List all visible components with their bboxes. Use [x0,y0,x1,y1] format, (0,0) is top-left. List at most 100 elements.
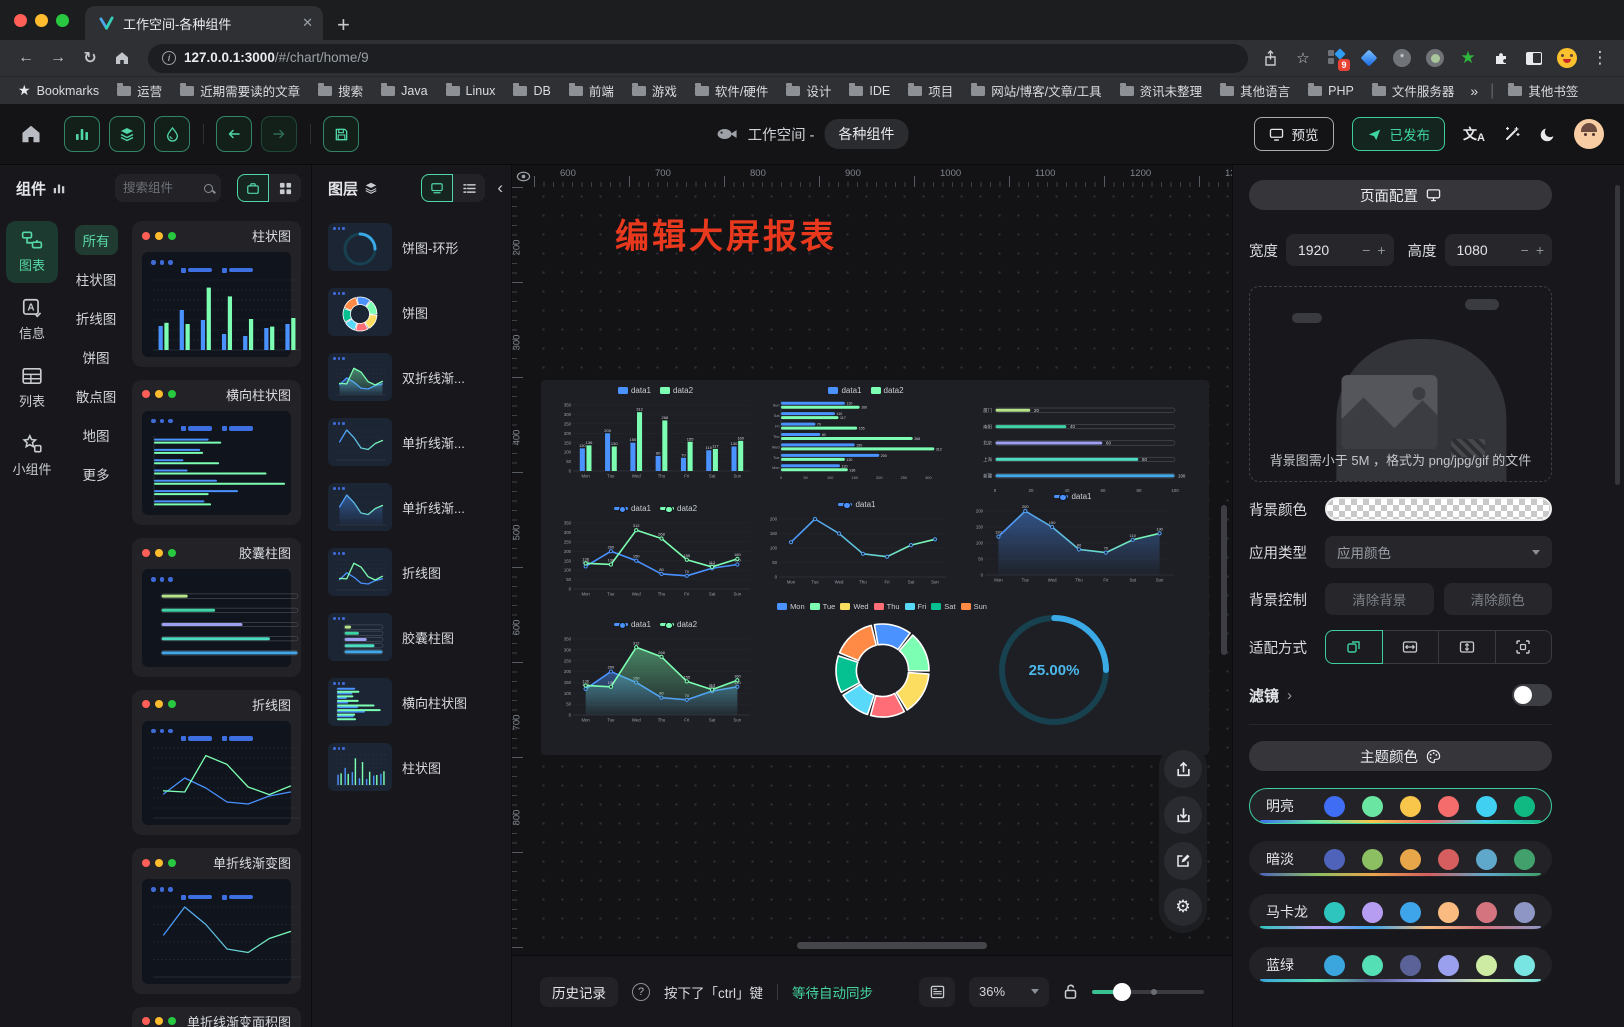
category-item[interactable]: 饼图 [75,342,118,372]
help-icon[interactable]: ? [632,983,650,1001]
chart-group-component[interactable]: data1data2501001502002503003500MonTueWed… [541,380,1209,755]
layer-item[interactable]: 胶囊柱图 [324,609,499,665]
bookmarks-overflow-icon[interactable]: » [1466,83,1482,99]
app-type-select[interactable]: 应用颜色 [1325,536,1552,568]
grid-view-toggle[interactable] [269,174,301,202]
user-avatar[interactable] [1574,119,1604,149]
bookmark-folder-item[interactable]: 游戏 [626,79,683,102]
sidebar-toggle-icon[interactable] [1524,48,1544,68]
export-icon[interactable] [1164,750,1202,788]
close-window-button[interactable] [14,14,27,27]
fit-stretch-button[interactable] [1495,630,1553,664]
clear-color-button[interactable]: 清除颜色 [1444,583,1553,615]
bookmark-folder-item[interactable]: Linux [440,82,502,100]
canvas-horizontal-scrollbar[interactable] [797,942,987,949]
settings-gear-icon[interactable]: ⚙ [1164,888,1202,926]
theme-row-暗淡[interactable]: 暗淡 [1249,841,1552,877]
theme-row-蓝绿[interactable]: 蓝绿 [1249,947,1552,983]
category-item[interactable]: 折线图 [68,303,125,333]
zoom-slider[interactable] [1092,990,1204,994]
back-icon[interactable]: ← [12,44,40,72]
chart-component-ring[interactable]: 25.00% [989,610,1119,730]
category-item[interactable]: 所有 [75,225,118,255]
layer-item[interactable]: 单折线渐... [324,479,499,535]
minimize-window-button[interactable] [35,14,48,27]
asterisk-extension-icon[interactable]: * [1392,48,1412,68]
other-bookmarks[interactable]: 其他书签 [1502,79,1584,102]
width-input[interactable]: 1920−+ [1286,234,1394,266]
chrome-menu-icon[interactable]: ⋮ [1590,48,1610,68]
clear-background-button[interactable]: 清除背景 [1325,583,1434,615]
window-controls[interactable] [0,0,85,40]
category-item[interactable]: 更多 [75,459,118,489]
home-button[interactable] [20,123,42,145]
component-card[interactable]: 胶囊柱图 [132,538,301,677]
component-card[interactable]: 折线图 [132,690,301,836]
detail-panel-button[interactable] [919,977,955,1007]
background-upload-dropzone[interactable]: 背景图需小于 5M ，格式为 png/jpg/gif 的文件 [1249,286,1552,482]
bookmark-star-icon[interactable]: ☆ [1293,48,1313,68]
fit-width-button[interactable] [1382,630,1440,664]
bg-color-picker[interactable] [1325,497,1552,521]
fit-height-button[interactable] [1438,630,1496,664]
gem-extension-icon[interactable] [1359,48,1379,68]
height-stepper[interactable]: −+ [1521,242,1544,258]
canvas-text-component[interactable]: 编辑大屏报表 [615,209,837,258]
bookmark-folder-item[interactable]: 网站/博客/文章/工具 [965,79,1107,102]
extension-badge-icon[interactable]: 9 [1326,48,1346,68]
sidebar-item-小组件[interactable]: 小组件 [6,425,58,487]
history-button[interactable]: 历史记录 [540,977,618,1007]
chart-component-bars[interactable]: data1data2501001502002503003500MonTueWed… [553,386,758,486]
bookmark-folder-item[interactable]: 前端 [563,79,620,102]
translate-icon[interactable]: 文A [1463,124,1485,144]
design-canvas[interactable]: 编辑大屏报表 data1data2501001502002503003500Mo… [534,187,1232,955]
bookmark-folder-item[interactable]: IDE [843,82,896,100]
details-toggle-button[interactable] [154,116,190,152]
component-card[interactable]: 单折线渐变图 [132,848,301,994]
bookmark-folder-item[interactable]: 设计 [780,79,837,102]
bookmark-folder-item[interactable]: 资讯未整理 [1114,79,1209,102]
sidebar-item-图表[interactable]: 图表 [6,221,58,283]
filter-toggle[interactable] [1512,684,1552,706]
edit-icon[interactable] [1164,842,1202,880]
chart-component-line2[interactable]: data1data2501001502002503003500MonTueWed… [553,504,758,604]
bookmarks-root[interactable]: ★Bookmarks [12,80,105,101]
star-extension-icon[interactable]: ★ [1458,48,1478,68]
bookmark-folder-item[interactable]: 项目 [902,79,959,102]
single-view-toggle[interactable] [237,174,269,202]
canvas-vertical-scrollbar[interactable] [1221,505,1227,655]
fit-scale-button[interactable] [1325,630,1383,664]
bookmark-folder-item[interactable]: Java [375,82,433,100]
layer-item[interactable]: 饼图 [324,284,499,340]
thumbnail-view-toggle[interactable] [421,174,453,202]
search-input[interactable] [123,181,199,195]
category-item[interactable]: 柱状图 [68,264,125,294]
layer-item[interactable]: 单折线渐... [324,414,499,470]
dark-mode-moon-icon[interactable] [1539,126,1556,143]
component-card[interactable]: 柱状图 [132,221,301,367]
bookmark-folder-item[interactable]: 运营 [111,79,168,102]
bookmark-folder-item[interactable]: 其他语言 [1214,79,1296,102]
home-icon[interactable] [108,44,136,72]
bookmark-folder-item[interactable]: 搜索 [312,79,369,102]
bookmark-folder-item[interactable]: 软件/硬件 [689,79,774,102]
component-search[interactable] [115,174,221,202]
page-config-header[interactable]: 页面配置 [1249,180,1552,210]
zoom-select[interactable]: 36% [969,977,1049,1007]
maximize-window-button[interactable] [56,14,69,27]
site-info-icon[interactable]: i [162,51,176,65]
sidebar-item-列表[interactable]: 列表 [6,357,58,419]
preview-button[interactable]: 预览 [1254,117,1334,151]
import-icon[interactable] [1164,796,1202,834]
chart-component-donut[interactable]: MonTueWedThuFriSatSun [763,602,1001,732]
list-view-toggle[interactable] [453,174,485,202]
layer-item[interactable]: 横向柱状图 [324,674,499,730]
forward-icon[interactable]: → [44,44,72,72]
slider-knob[interactable] [1113,983,1131,1001]
panel-scrollbar[interactable] [1615,185,1620,485]
bookmark-folder-item[interactable]: PHP [1302,82,1360,100]
height-input[interactable]: 1080−+ [1445,234,1553,266]
chart-component-hbars[interactable]: data1data2Mon120136Tue200130Wed150312Thu… [765,386,967,486]
browser-tab[interactable]: 工作空间-各种组件 ✕ [85,6,323,40]
undo-button[interactable] [216,116,252,152]
